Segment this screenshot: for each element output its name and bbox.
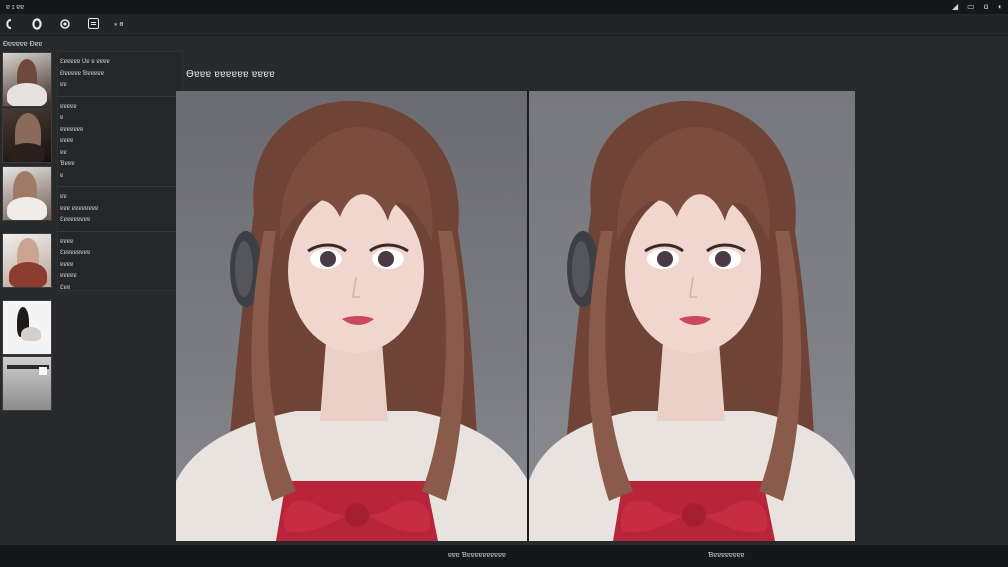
property-row[interactable]: ɐɐɐɐɐ [60,102,182,114]
property-row[interactable]: ɐɐɐɐɐɐɐ [60,125,182,137]
property-row[interactable]: ɐɐɐɐ [60,136,182,148]
restore-icon[interactable]: ▭ [967,3,975,11]
close-icon[interactable]: ◖ [997,3,1002,11]
properties-section-3: ɐɐ ɐɐɐ ɐɐɐɐɐɐɐɐ Ɛɐɐɐɐɐɐɐɐ [58,187,182,232]
circle-tool-icon[interactable] [58,17,72,31]
canvas-title: Ɵɐɐɐ ɐɐɐɐɐɐ ɐɐɐɐ [186,69,275,80]
minimize-icon[interactable]: ɑ [984,3,988,11]
property-row[interactable]: ɐɐ [60,192,182,204]
property-row[interactable]: ɐɐɐɐ [60,237,182,249]
property-row[interactable]: ɐ [60,113,182,125]
property-row[interactable]: ɐɐɐɐ [60,260,182,272]
window-controls: ◢ ▭ ɑ ◖ [952,3,1002,11]
properties-section-2: ɐɐɐɐɐ ɐ ɐɐɐɐɐɐɐ ɐɐɐɐ ɐɐ Ɓɐɐɐ ɐ [58,97,182,187]
sidebar-label: Ɖɐɐɐɐɐ Ɖɐɐ [3,41,43,48]
ring-tool-icon[interactable] [30,17,44,31]
left-preview[interactable] [176,91,528,541]
resize-icon[interactable]: ◢ [952,3,958,11]
property-row[interactable]: Ɓɐɐɐ [60,159,182,171]
thumbnail-6[interactable] [2,356,52,411]
status-left: ɐɐɐ Ɓɐɐɐɐɐɐɐɐɐɐ [448,552,506,559]
thumbnail-1[interactable] [2,52,52,107]
thumbnail-2[interactable] [2,108,52,163]
right-preview[interactable] [529,91,855,541]
status-right: Ɓɐɐɐɐɐɐɐɐ [708,552,745,559]
toolbar: ⁎ ɵ [0,14,1008,34]
property-row[interactable]: Ɛɐɐɐɐɐɐɐɐ [60,248,182,260]
property-row[interactable]: ɐɐɐ ɐɐɐɐɐɐɐɐ [60,204,182,216]
panel-tool-icon[interactable] [86,17,100,31]
property-row[interactable]: ɐɐɐɐɐ [60,271,182,283]
thumbnail-5[interactable] [2,300,52,355]
property-row[interactable]: Ɖɐɐɐɐɐ Ɓɐɐɐɐɐ [60,69,182,81]
property-row[interactable]: ɐɐ [60,80,182,92]
status-bar: ɐɐɐ Ɓɐɐɐɐɐɐɐɐɐɐ Ɓɐɐɐɐɐɐɐɐ [0,544,1008,567]
app-label: ɐ ɪ ɐɐ [6,3,25,11]
properties-panel: Ɛɐɐɐɐɐ Ʋɐ ɐ ɐɐɐɐ Ɖɐɐɐɐɐ Ɓɐɐɐɐɐ ɐɐ ɐɐɐɐɐ … [57,51,183,291]
thumbnail-4[interactable] [2,233,52,288]
arrow-tool-icon[interactable]: ⁎ ɵ [114,20,123,28]
property-row[interactable]: Ɛɐɐ [60,283,182,295]
property-row[interactable]: ɐ [60,171,182,183]
curve-tool-icon[interactable] [2,17,16,31]
properties-section-1: Ɛɐɐɐɐɐ Ʋɐ ɐ ɐɐɐɐ Ɖɐɐɐɐɐ Ɓɐɐɐɐɐ ɐɐ [58,52,182,97]
portrait-image [529,100,855,541]
properties-section-4: ɐɐɐɐ Ɛɐɐɐɐɐɐɐɐ ɐɐɐɐ ɐɐɐɐɐ Ɛɐɐ [58,232,182,299]
property-row[interactable]: ɐɐ [60,148,182,160]
property-row[interactable]: Ɛɐɐɐɐɐɐɐɐ [60,215,182,227]
title-bar: ɐ ɪ ɐɐ ◢ ▭ ɑ ◖ [0,0,1008,14]
property-row[interactable]: Ɛɐɐɐɐɐ Ʋɐ ɐ ɐɐɐɐ [60,57,182,69]
thumbnail-3[interactable] [2,166,52,221]
thumbnail-strip [2,52,58,411]
portrait-image [176,100,528,541]
